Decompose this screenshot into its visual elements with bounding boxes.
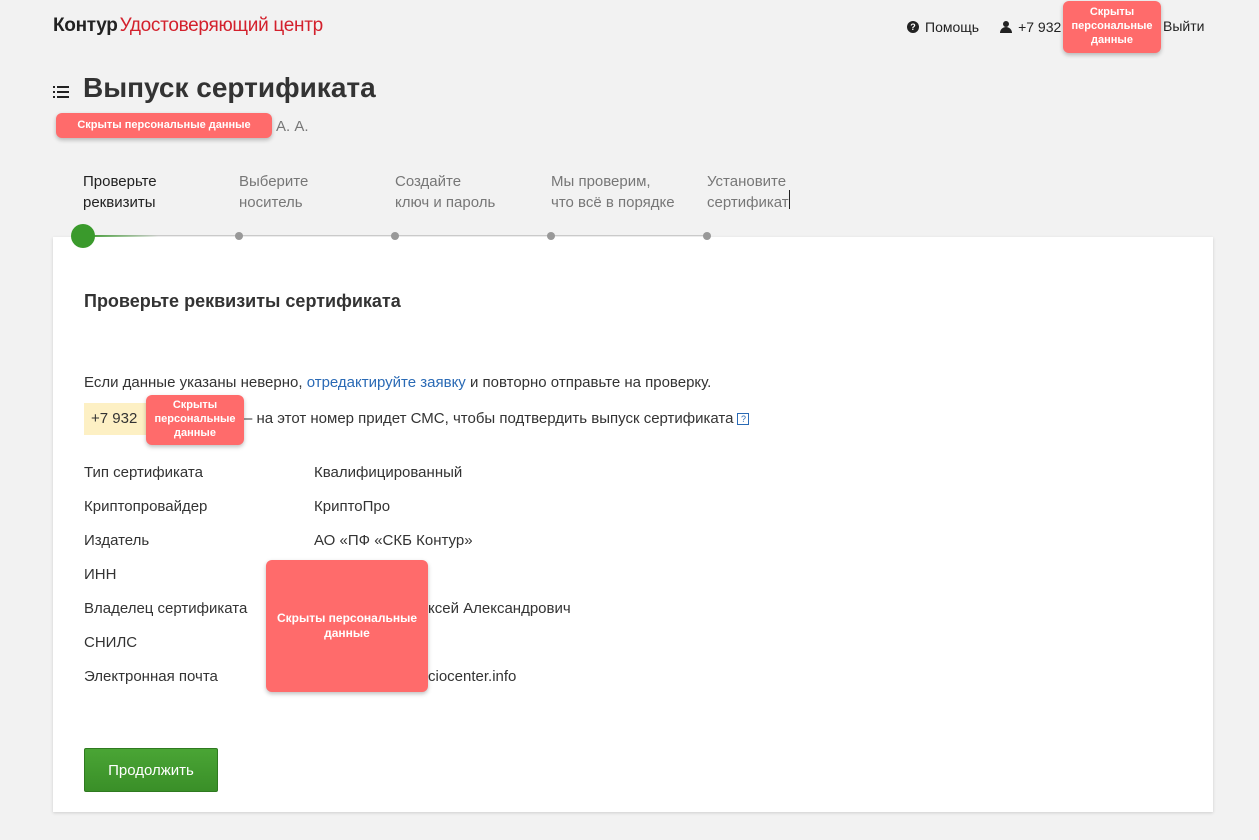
step-verification[interactable]: Мы проверим, что всё в порядке xyxy=(551,171,675,213)
user-phone[interactable]: +7 932 xyxy=(1018,19,1061,35)
row-label-email: Электронная почта xyxy=(84,668,218,685)
page-title: Выпуск сертификата xyxy=(83,72,376,103)
logo[interactable]: Контур Удостоверяющий центр xyxy=(53,15,323,37)
step-check-details[interactable]: Проверьте реквизиты xyxy=(83,171,157,213)
info-before: Если данные указаны неверно, xyxy=(84,374,307,391)
logo-brand: Контур xyxy=(53,15,118,36)
redaction-details: Скрыты персональные данные xyxy=(266,560,428,692)
row-value-crypto-provider: КриптоПро xyxy=(314,498,391,515)
info-text: Если данные указаны неверно, отредактиру… xyxy=(84,374,711,391)
row-label-inn: ИНН xyxy=(84,566,117,583)
step-create-key[interactable]: Создайте ключ и пароль xyxy=(395,171,495,213)
help-hint-icon[interactable]: ? xyxy=(737,413,750,425)
redaction-phone: Скрыты персональные данные xyxy=(146,395,244,445)
step-choose-media[interactable]: Выберите носитель xyxy=(239,171,308,213)
row-value-owner: ксей Александрович xyxy=(428,600,571,617)
row-label-issuer: Издатель xyxy=(84,532,150,549)
step-label-line1: Проверьте xyxy=(83,173,157,190)
step-dot xyxy=(235,232,243,240)
step-label-line1: Мы проверим, xyxy=(551,173,651,190)
help-link[interactable]: ? Помощь xyxy=(907,19,979,35)
step-label-line2: ключ и пароль xyxy=(395,194,496,211)
sms-note: – на этот номер придет СМС, чтобы подтве… xyxy=(244,410,750,427)
help-icon: ? xyxy=(907,21,919,33)
step-label-line2: что всё в порядке xyxy=(551,194,675,211)
row-value-cert-type: Квалифицированный xyxy=(314,464,463,481)
step-dot xyxy=(547,232,555,240)
phone-prefix: +7 932 xyxy=(91,410,138,427)
top-nav: ? Помощь +7 932 xyxy=(907,18,1061,36)
row-value-email: ciocenter.info xyxy=(428,668,517,685)
page-subtitle: А. А. xyxy=(276,118,309,135)
text-cursor xyxy=(789,190,790,209)
details-card xyxy=(53,237,1213,812)
row-label-snils: СНИЛС xyxy=(84,634,138,651)
step-dot xyxy=(703,232,711,240)
continue-button[interactable]: Продолжить xyxy=(84,748,218,792)
step-dot-active xyxy=(71,224,95,248)
card-title: Проверьте реквизиты сертификата xyxy=(84,291,401,311)
step-label-line2: сертификат xyxy=(707,194,789,211)
sms-text: – на этот номер придет СМС, чтобы подтве… xyxy=(244,410,734,427)
edit-request-link[interactable]: отредактируйте заявку xyxy=(307,374,466,391)
row-value-issuer: АО «ПФ «СКБ Контур» xyxy=(314,532,473,549)
step-label-line1: Установите xyxy=(707,173,787,190)
info-after: и повторно отправьте на проверку. xyxy=(465,374,712,391)
step-dot xyxy=(391,232,399,240)
user-icon xyxy=(1000,21,1013,33)
redaction-header-phone: Скрыты персональные данные xyxy=(1063,1,1161,53)
logo-product: Удостоверяющий центр xyxy=(119,15,324,36)
step-label-line2: носитель xyxy=(239,194,303,211)
step-label-line1: Создайте xyxy=(395,173,462,190)
row-label-owner: Владелец сертификата xyxy=(84,600,248,617)
logout-link[interactable]: Выйти xyxy=(1163,18,1204,34)
help-label: Помощь xyxy=(925,19,980,35)
menu-icon[interactable] xyxy=(53,85,69,99)
step-label-line2: реквизиты xyxy=(83,194,156,211)
row-label-crypto-provider: Криптопровайдер xyxy=(84,498,208,515)
step-install[interactable]: Установите сертификат xyxy=(707,171,789,213)
step-label-line1: Выберите xyxy=(239,173,309,190)
row-label-cert-type: Тип сертификата xyxy=(84,464,203,481)
redaction-owner-name: Скрыты персональные данные xyxy=(56,113,272,138)
